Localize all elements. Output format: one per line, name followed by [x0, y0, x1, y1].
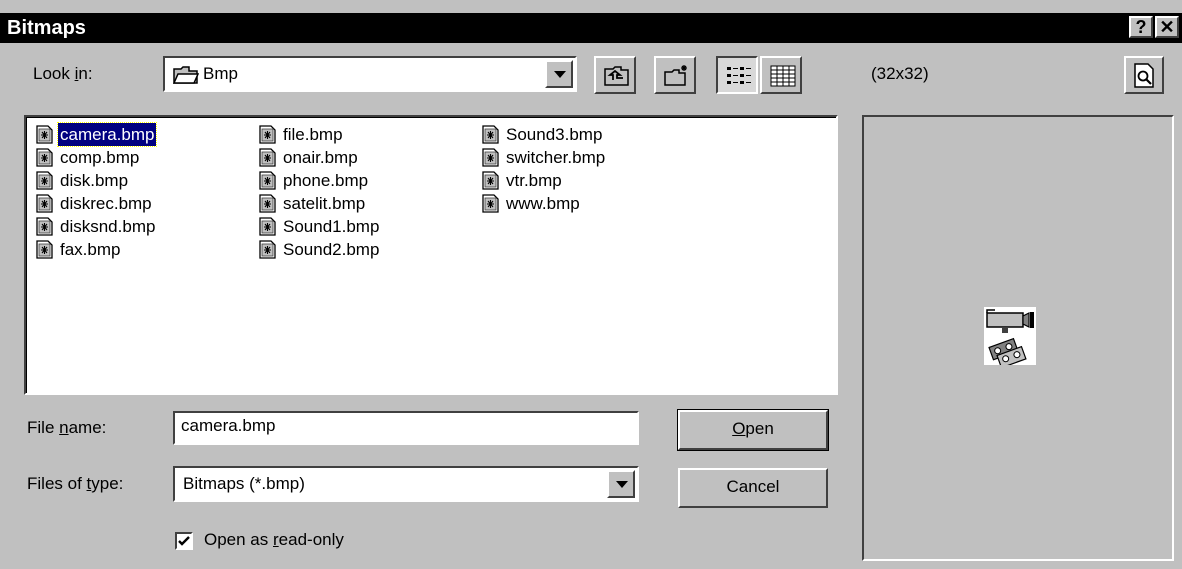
checkmark-icon: [178, 536, 190, 546]
bitmap-file-icon: [259, 148, 276, 167]
help-button[interactable]: ?: [1129, 16, 1153, 38]
look-in-dropdown-button[interactable]: [545, 60, 573, 88]
file-name-input[interactable]: camera.bmp: [173, 411, 639, 445]
up-one-level-button[interactable]: [594, 56, 636, 94]
files-of-type-combo[interactable]: Bitmaps (*.bmp): [173, 466, 639, 502]
preview-button[interactable]: [1124, 56, 1164, 94]
file-item-label: Sound2.bmp: [283, 240, 380, 259]
bitmap-file-icon: [36, 240, 53, 259]
file-item-label: Sound1.bmp: [283, 217, 380, 236]
help-icon: ?: [1135, 17, 1147, 37]
bitmap-file-icon: [36, 148, 53, 167]
bitmap-file-icon: [36, 125, 53, 144]
look-in-value: Bmp: [203, 64, 238, 83]
bitmap-file-icon: [36, 217, 53, 236]
bitmap-file-icon: [259, 171, 276, 190]
files-of-type-value: Bitmaps (*.bmp): [183, 474, 305, 493]
camera-video-icon: [984, 307, 1036, 365]
create-new-folder-button[interactable]: [654, 56, 696, 94]
create-new-folder-icon: [664, 65, 687, 86]
file-item-label: comp.bmp: [60, 148, 140, 167]
details-view-button[interactable]: [760, 56, 802, 94]
file-item-label: camera.bmp: [56, 122, 158, 147]
preview-magnifier-icon: [1134, 63, 1154, 88]
bitmap-file-icon: [482, 148, 499, 167]
open-read-only-label: Open as read-only: [204, 530, 344, 549]
file-item-label: file.bmp: [283, 125, 343, 144]
bitmap-file-icon: [482, 125, 499, 144]
file-item-label: vtr.bmp: [506, 171, 562, 190]
file-item-label: fax.bmp: [60, 240, 121, 259]
files-of-type-dropdown-button[interactable]: [607, 470, 635, 498]
preview-pane: [862, 115, 1174, 561]
look-in-label: Look in:: [33, 64, 93, 83]
file-item-label: www.bmp: [506, 194, 580, 213]
file-item-label: phone.bmp: [283, 171, 369, 190]
file-name-label: File name:: [27, 418, 107, 437]
file-item-label: disk.bmp: [60, 171, 129, 190]
bitmap-file-icon: [482, 171, 499, 190]
bitmap-file-icon: [259, 217, 276, 236]
bitmap-file-icon: [482, 194, 499, 213]
file-item-label: satelit.bmp: [283, 194, 366, 213]
list-view-icon: [727, 67, 751, 84]
file-item-label: onair.bmp: [283, 148, 358, 167]
look-in-combo[interactable]: Bmp: [163, 56, 577, 92]
bitmap-file-icon: [36, 194, 53, 213]
file-list[interactable]: camera.bmp comp.bmp disk.bmp diskrec.bmp dis…: [24, 115, 838, 395]
file-item-label: Sound3.bmp: [506, 125, 603, 144]
list-view-button[interactable]: [716, 56, 758, 94]
cancel-button[interactable]: Cancel: [678, 468, 828, 508]
bitmap-file-icon: [259, 125, 276, 144]
title-bar: Bitmaps ? ✕: [0, 13, 1182, 43]
bitmap-file-icon: [36, 171, 53, 190]
details-view-icon: [770, 65, 796, 87]
close-icon: ✕: [1159, 17, 1175, 37]
files-of-type-label: Files of type:: [27, 474, 124, 493]
window-title: Bitmaps: [7, 17, 86, 39]
open-button[interactable]: Open: [677, 409, 829, 451]
open-read-only-checkbox[interactable]: [175, 532, 193, 550]
bitmap-file-icon: [259, 194, 276, 213]
file-item-label: diskrec.bmp: [60, 194, 152, 213]
file-item-label: disksnd.bmp: [60, 217, 156, 236]
up-one-level-icon: [604, 66, 629, 86]
close-button[interactable]: ✕: [1155, 16, 1179, 38]
open-folder-icon: [173, 66, 199, 84]
file-item-label: switcher.bmp: [506, 148, 606, 167]
bitmap-file-icon: [259, 240, 276, 259]
bitmaps-dialog: Bitmaps ? ✕ Look in: Bmp (32x32) camera.…: [0, 0, 1182, 569]
preview-size-label: (32x32): [871, 64, 929, 83]
